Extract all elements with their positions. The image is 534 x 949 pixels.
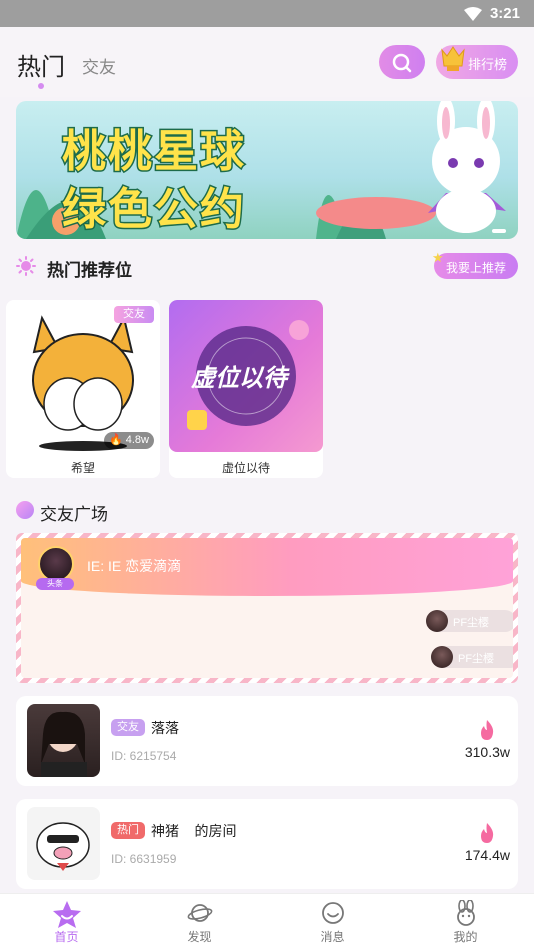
recommend-section-header: 热门推荐位 ★ 我要上推荐 [16,250,518,282]
nav-home[interactable]: 首页 [0,894,133,949]
tab-friends[interactable]: 交友 [82,53,116,78]
heat-count: 174.4w [464,847,510,863]
carousel-indicator [492,229,506,233]
nav-profile[interactable]: 我的 [399,894,532,949]
recommend-card[interactable]: 虚位以待 虚位以待 [169,300,323,478]
room-list-item[interactable]: 热门 神猪 的房间 ID: 6631959 174.4w [16,799,518,889]
avatar [431,646,453,668]
banner-carousel[interactable]: 桃桃星球 绿色公约 [16,101,518,239]
room-name: 虚位以待 [221,461,270,475]
nav-messages[interactable]: 消息 [266,894,399,949]
user-chip-name: PF尘樱 [458,653,495,665]
placeholder-art-text: 虚位以待 [191,365,287,392]
room-title: 落落 [151,720,179,736]
tab-hot[interactable]: 热门 [17,47,65,82]
search-icon [392,53,412,73]
heat-count: 🔥 4.8w [103,432,154,449]
apply-recommend-button[interactable]: ★ 我要上推荐 [432,250,518,279]
nav-label: 我的 [453,930,478,944]
room-tag: 热门 [111,822,145,839]
avatar [38,546,74,582]
room-tag: 交友 [111,719,145,736]
user-chip[interactable]: PF尘樱 [431,646,513,668]
home-star-icon [52,901,81,928]
nav-label: 首页 [54,930,79,944]
banner-title-line2: 绿色公约 [61,184,246,236]
banner-title-line1: 桃桃星球 [61,126,246,178]
ranking-button[interactable]: 排行榜 [436,45,518,79]
user-chip[interactable]: PF尘樱 [426,610,513,632]
room-name: 希望 [70,461,95,475]
search-button[interactable] [379,45,425,79]
headline-tag: 头条 [36,578,74,590]
fire-icon [481,720,494,740]
top-header: 热门 交友 排行榜 [0,27,534,97]
plaza-title: 交友广场 [40,505,108,524]
sun-icon [16,256,36,276]
room-list-item[interactable]: 交友 落落 ID: 6215754 310.3w [16,696,518,786]
wifi-icon [464,7,482,21]
nav-discover[interactable]: 发现 [133,894,266,949]
avatar [426,610,448,632]
bunny-icon [456,900,475,926]
plaza-board[interactable]: 头条 IE: IE 恋爱滴滴 PF尘樱 PF尘樱 [16,533,518,683]
headline-text: IE: IE 恋爱滴滴 [87,558,182,574]
room-id: ID: 6631959 [111,852,177,866]
chat-smile-icon [321,902,344,924]
planet-icon [187,904,212,922]
nav-label: 消息 [320,930,345,944]
apply-recommend-label: 我要上推荐 [446,261,507,275]
room-title: 神猪 的房间 [151,823,237,839]
star-icon: ★ [432,250,444,265]
room-avatar [27,704,100,777]
room-avatar [27,807,100,880]
active-tab-indicator [38,83,44,89]
pig-illustration [36,822,90,871]
room-id: ID: 6215754 [111,749,177,763]
chat-bubble-icon [16,501,34,519]
bottom-navigation: 首页 发现 消息 我的 [0,893,534,949]
headline-banner[interactable]: 头条 IE: IE 恋爱滴滴 [21,538,513,596]
heat-count: 310.3w [464,744,510,760]
friends-badge: 交友 [114,306,154,323]
ranking-label: 排行榜 [468,57,508,72]
nav-label: 发现 [187,930,212,944]
status-bar: 3:21 [0,0,534,27]
recommend-title: 热门推荐位 [47,261,132,280]
trophy-icon [441,46,465,71]
placeholder-cover: 虚位以待 [169,300,323,452]
recommend-card[interactable]: 交友 🔥 4.8w 希望 [6,300,160,478]
status-time: 3:21 [489,5,520,22]
fire-icon [481,823,494,843]
user-chip-name: PF尘樱 [453,617,490,629]
portrait-image [41,711,87,777]
